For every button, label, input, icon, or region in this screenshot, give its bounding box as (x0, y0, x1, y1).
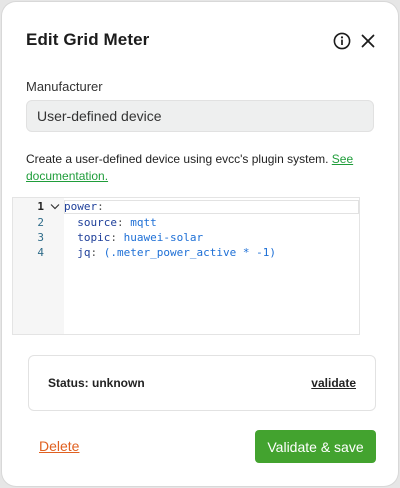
code-text: topic: huawei-solar (77, 231, 204, 244)
yaml-value: (.meter_power_active * -1) (103, 246, 276, 259)
edit-grid-meter-modal: Edit Grid Meter Manufacturer User-define… (2, 2, 398, 486)
description-text: Create a user-defined device using evcc'… (26, 152, 332, 166)
plugin-description: Create a user-defined device using evcc'… (26, 151, 376, 185)
code-text: source: mqtt (77, 216, 157, 229)
modal-title: Edit Grid Meter (26, 30, 150, 49)
yaml-key: source (77, 216, 117, 229)
close-x-icon (361, 34, 375, 48)
close-button[interactable] (357, 30, 379, 52)
line-number: 1 (37, 200, 44, 213)
validation-status-panel: Status: unknown validate (28, 355, 376, 411)
yaml-value: mqtt (130, 216, 157, 229)
fold-toggle[interactable] (49, 199, 61, 215)
code-line[interactable]: 2 source: mqtt (13, 215, 359, 231)
code-text: power: (64, 200, 104, 213)
code-line[interactable]: 1 power: (13, 199, 359, 215)
info-button[interactable] (331, 30, 353, 52)
yaml-key: jq (77, 246, 91, 259)
yaml-key: topic (77, 231, 111, 244)
status-text: Status: unknown (48, 376, 145, 390)
code-line[interactable]: 3 topic: huawei-solar (13, 230, 359, 246)
code-text: jq: (.meter_power_active * -1) (77, 246, 276, 259)
line-number: 3 (37, 231, 44, 244)
manufacturer-value: User-defined device (37, 108, 162, 124)
yaml-code-editor[interactable]: 1 power: 2 source: mqtt 3 topic: huawei-… (12, 197, 360, 335)
validate-link[interactable]: validate (311, 376, 356, 390)
code-line[interactable]: 4 jq: (.meter_power_active * -1) (13, 245, 359, 261)
manufacturer-select[interactable]: User-defined device (26, 100, 374, 132)
chevron-down-icon (50, 204, 60, 210)
validate-and-save-button[interactable]: Validate & save (255, 430, 376, 463)
yaml-value: huawei-solar (123, 231, 204, 244)
manufacturer-label: Manufacturer (26, 79, 103, 94)
delete-link[interactable]: Delete (39, 438, 79, 454)
line-number: 2 (37, 216, 44, 229)
yaml-key: power (64, 200, 98, 213)
info-circle-icon (333, 32, 351, 50)
line-number: 4 (37, 246, 44, 259)
